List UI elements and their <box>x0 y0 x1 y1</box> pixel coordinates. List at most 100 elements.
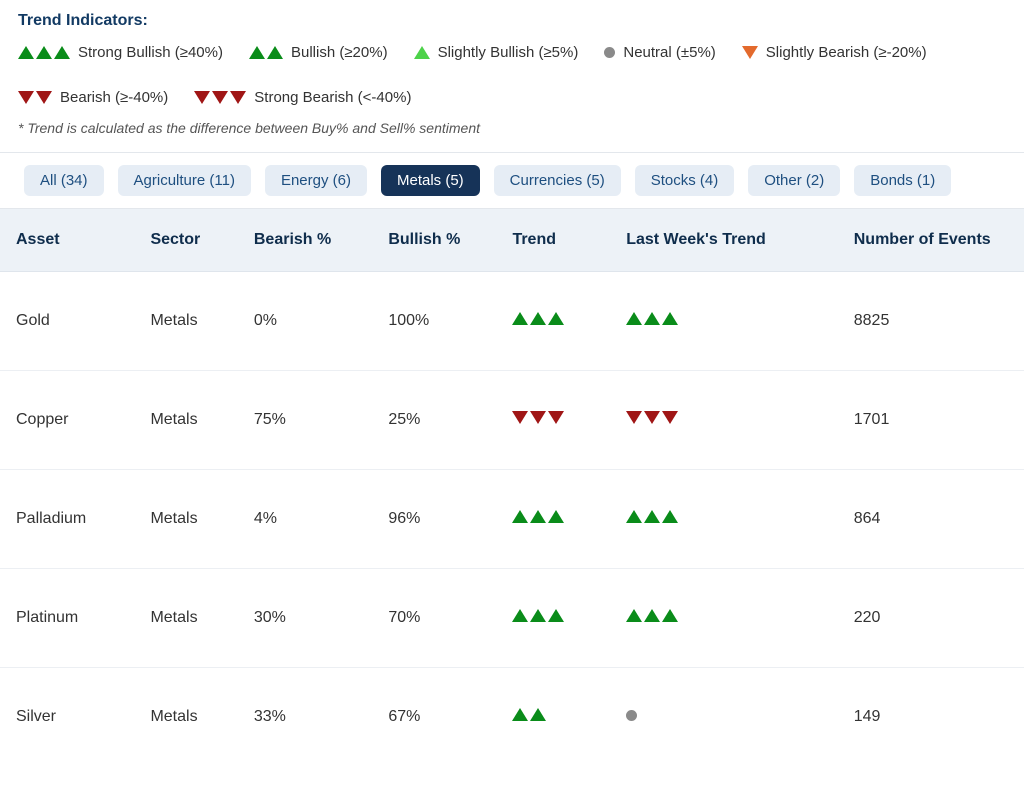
cell-events: 1701 <box>838 371 1024 470</box>
cell-bearish: 0% <box>238 272 372 371</box>
table-row[interactable]: PlatinumMetals30%70% 220 <box>0 569 1024 668</box>
table-row[interactable]: PalladiumMetals4%96%864 <box>0 470 1024 569</box>
triangle-up-icon <box>662 609 678 622</box>
legend-label: Bullish (≥20%) <box>291 44 388 61</box>
legend-label: Neutral (±5%) <box>623 44 715 61</box>
table-row[interactable]: GoldMetals0%100%8825 <box>0 272 1024 371</box>
cell-events: 220 <box>838 569 1024 668</box>
cell-bullish: 25% <box>372 371 496 470</box>
triangle-down-icon <box>626 411 642 424</box>
legend-title: Trend Indicators: <box>18 12 1006 30</box>
tab-button[interactable]: Other (2) <box>748 165 840 196</box>
legend-label: Strong Bearish (<-40%) <box>254 89 411 106</box>
legend-icon <box>414 46 430 59</box>
triangle-up-icon <box>626 312 642 325</box>
header-events[interactable]: Number of Events <box>838 209 1024 272</box>
legend-item: Slightly Bearish (≥-20%) <box>742 44 927 61</box>
triangle-down-icon <box>548 411 564 424</box>
triangle-up-icon <box>548 609 564 622</box>
triangle-up-icon <box>530 312 546 325</box>
triangle-down-icon <box>644 411 660 424</box>
neutral-dot-icon <box>626 710 637 721</box>
cell-sector: Metals <box>134 668 237 767</box>
cell-bearish: 33% <box>238 668 372 767</box>
tab-button[interactable]: All (34) <box>24 165 104 196</box>
cell-trend <box>496 272 610 371</box>
tabs-bar: All (34) Agriculture (11) Energy (6) Metals… <box>0 152 1024 209</box>
cell-last-trend <box>610 668 838 767</box>
cell-asset: Copper <box>0 371 134 470</box>
trend-icon <box>512 609 564 622</box>
cell-trend <box>496 668 610 767</box>
triangle-down-icon <box>18 91 34 104</box>
legend-label: Bearish (≥-40%) <box>60 89 168 106</box>
legend-icon <box>194 91 246 104</box>
triangle-down-icon <box>512 411 528 424</box>
triangle-up-icon <box>626 510 642 523</box>
header-last[interactable]: Last Week's Trend <box>610 209 838 272</box>
triangle-up-icon <box>548 312 564 325</box>
cell-asset: Platinum <box>0 569 134 668</box>
tab-button[interactable]: Energy (6) <box>265 165 367 196</box>
header-sector[interactable]: Sector <box>134 209 237 272</box>
header-bullish[interactable]: Bullish % <box>372 209 496 272</box>
legend-item: Neutral (±5%) <box>604 44 715 61</box>
tab-button[interactable]: Currencies (5) <box>494 165 621 196</box>
triangle-down-icon <box>36 91 52 104</box>
legend-label: Slightly Bullish (≥5%) <box>438 44 579 61</box>
cell-bullish: 96% <box>372 470 496 569</box>
triangle-up-icon <box>249 46 265 59</box>
triangle-up-icon <box>644 510 660 523</box>
legend-icon <box>742 46 758 59</box>
triangle-down-icon <box>212 91 228 104</box>
triangle-up-icon <box>644 609 660 622</box>
cell-trend <box>496 569 610 668</box>
triangle-up-icon <box>54 46 70 59</box>
legend-row: Strong Bullish (≥40%) Bullish (≥20%) Sligh… <box>18 44 1006 106</box>
tab-button[interactable]: Bonds (1) <box>854 165 951 196</box>
cell-last-trend <box>610 470 838 569</box>
triangle-up-icon <box>644 312 660 325</box>
table-row[interactable]: CopperMetals75%25%1701 <box>0 371 1024 470</box>
legend-label: Strong Bullish (≥40%) <box>78 44 223 61</box>
tab-button[interactable]: Metals (5) <box>381 165 480 196</box>
header-trend[interactable]: Trend <box>496 209 610 272</box>
last-trend-icon <box>626 312 678 325</box>
legend-icon <box>18 91 52 104</box>
legend-item: Strong Bullish (≥40%) <box>18 44 223 61</box>
last-trend-icon <box>626 510 678 523</box>
triangle-up-icon <box>18 46 34 59</box>
triangle-up-icon <box>512 708 528 721</box>
legend-item: Bearish (≥-40%) <box>18 89 168 106</box>
trend-icon <box>512 312 564 325</box>
triangle-up-icon <box>512 609 528 622</box>
cell-last-trend <box>610 371 838 470</box>
header-bearish[interactable]: Bearish % <box>238 209 372 272</box>
table-row[interactable]: SilverMetals33%67%149 <box>0 668 1024 767</box>
cell-bullish: 100% <box>372 272 496 371</box>
cell-asset: Palladium <box>0 470 134 569</box>
triangle-up-icon <box>548 510 564 523</box>
cell-bearish: 30% <box>238 569 372 668</box>
last-trend-icon <box>626 710 637 721</box>
cell-asset: Silver <box>0 668 134 767</box>
triangle-up-icon <box>530 510 546 523</box>
triangle-up-icon <box>662 510 678 523</box>
last-trend-icon <box>626 609 678 622</box>
legend-item: Strong Bearish (<-40%) <box>194 89 411 106</box>
cell-bullish: 70% <box>372 569 496 668</box>
assets-table: Asset Sector Bearish % Bullish % Trend L… <box>0 209 1024 766</box>
triangle-up-icon <box>512 312 528 325</box>
trend-icon <box>512 708 546 721</box>
header-asset[interactable]: Asset <box>0 209 134 272</box>
cell-bullish: 67% <box>372 668 496 767</box>
tab-button[interactable]: Agriculture (11) <box>118 165 251 196</box>
cell-sector: Metals <box>134 569 237 668</box>
cell-trend <box>496 470 610 569</box>
tab-button[interactable]: Stocks (4) <box>635 165 735 196</box>
triangle-up-icon <box>530 708 546 721</box>
table-header-row: Asset Sector Bearish % Bullish % Trend L… <box>0 209 1024 272</box>
cell-last-trend <box>610 569 838 668</box>
triangle-up-icon <box>414 46 430 59</box>
neutral-dot-icon <box>604 47 615 58</box>
